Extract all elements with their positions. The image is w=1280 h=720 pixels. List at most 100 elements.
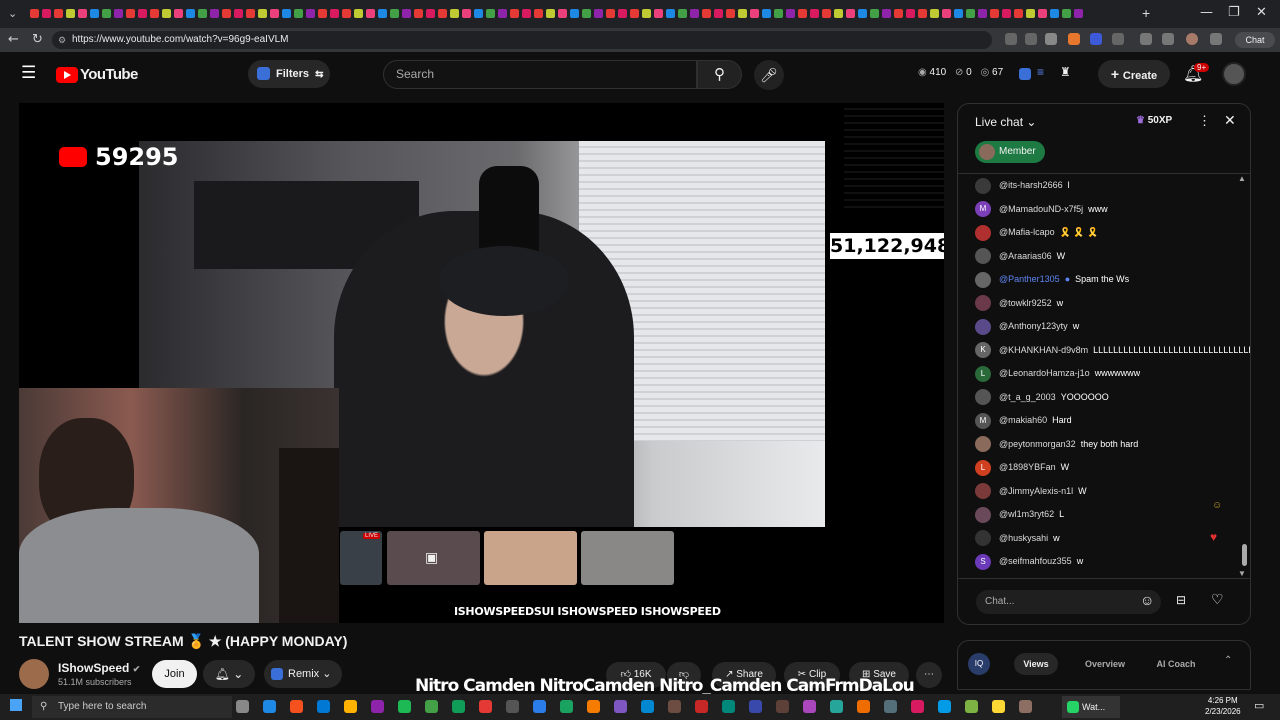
chat-author[interactable]: @its-harsh2666: [999, 180, 1063, 190]
taskbar-app-icon[interactable]: [263, 700, 276, 713]
taskbar-app-icon[interactable]: [344, 700, 357, 713]
pinned-tabs[interactable]: [28, 9, 1138, 19]
tab-favicon-icon[interactable]: [173, 9, 183, 18]
taskbar-app-icon[interactable]: [506, 700, 519, 713]
chat-author[interactable]: @1898YBFan: [999, 462, 1056, 472]
chat-message[interactable]: @wl1m3ryt62 L: [975, 505, 1064, 523]
chat-author[interactable]: @LeonardoHamza-j1o: [999, 368, 1090, 378]
menu-icon[interactable]: [1210, 33, 1222, 45]
chat-author[interactable]: @makiah60: [999, 415, 1047, 425]
chat-message[interactable]: @Anthony123yty w: [975, 317, 1079, 335]
tab-favicon-icon[interactable]: [365, 9, 375, 18]
tab-favicon-icon[interactable]: [893, 9, 903, 18]
tab-favicon-icon[interactable]: [581, 9, 591, 18]
taskbar-app-icon[interactable]: [587, 700, 600, 713]
taskbar-app-icon[interactable]: [668, 700, 681, 713]
tab-favicon-icon[interactable]: [1061, 9, 1071, 18]
tab-favicon-icon[interactable]: [653, 9, 663, 18]
close-icon[interactable]: ✕: [1224, 112, 1236, 129]
chat-message[interactable]: S @seifmahfouz355 w: [975, 552, 1083, 570]
tab-favicon-icon[interactable]: [257, 9, 267, 18]
chat-author[interactable]: @wl1m3ryt62: [999, 509, 1054, 519]
tab-favicon-icon[interactable]: [809, 9, 819, 18]
chat-author[interactable]: @MamadouND-x7f5j: [999, 204, 1083, 214]
extension-icon[interactable]: [1112, 33, 1124, 45]
tab-favicon-icon[interactable]: [953, 9, 963, 18]
chat-avatar[interactable]: [975, 177, 991, 194]
chat-avatar[interactable]: [975, 248, 991, 265]
chat-avatar[interactable]: [975, 436, 991, 453]
chat-avatar[interactable]: [975, 271, 991, 288]
taskbar-app-icon[interactable]: [641, 700, 654, 713]
tab-favicon-icon[interactable]: [269, 9, 279, 18]
tab-favicon-icon[interactable]: [725, 9, 735, 18]
chat-message[interactable]: @peytonmorgan32 they both hard: [975, 435, 1138, 453]
taskbar-app-icon[interactable]: [236, 700, 249, 713]
tab-favicon-icon[interactable]: [221, 9, 231, 18]
chevron-up-icon[interactable]: ⌃: [1224, 655, 1232, 666]
xp-badge[interactable]: ♛ 50XP: [1136, 115, 1172, 126]
tab-favicon-icon[interactable]: [65, 9, 75, 18]
channel-name[interactable]: IShowSpeed ✔: [58, 661, 140, 675]
tab-overview[interactable]: Overview: [1082, 653, 1128, 675]
tab-favicon-icon[interactable]: [245, 9, 255, 18]
tab-favicon-icon[interactable]: [341, 9, 351, 18]
chat-author[interactable]: @JimmyAlexis-n1l: [999, 486, 1073, 496]
tab-favicon-icon[interactable]: [821, 9, 831, 18]
tab-favicon-icon[interactable]: [161, 9, 171, 18]
chat-avatar[interactable]: [975, 530, 991, 547]
chat-avatar[interactable]: [975, 506, 991, 523]
super-chat-icon[interactable]: ⊟: [1176, 593, 1186, 607]
chat-author[interactable]: @huskysahi: [999, 533, 1048, 543]
tab-favicon-icon[interactable]: [545, 9, 555, 18]
tab-favicon-icon[interactable]: [41, 9, 51, 18]
taskbar-app-whatsapp[interactable]: Wat...: [1062, 696, 1120, 718]
tab-favicon-icon[interactable]: [1037, 9, 1047, 18]
taskbar-app-icon[interactable]: [803, 700, 816, 713]
chat-message[interactable]: M @makiah60 Hard: [975, 411, 1072, 429]
tab-favicon-icon[interactable]: [557, 9, 567, 18]
tab-favicon-icon[interactable]: [305, 9, 315, 18]
taskbar-app-icon[interactable]: [479, 700, 492, 713]
tab-favicon-icon[interactable]: [857, 9, 867, 18]
tab-favicon-icon[interactable]: [1013, 9, 1023, 18]
tab-favicon-icon[interactable]: [197, 9, 207, 18]
tab-favicon-icon[interactable]: [449, 9, 459, 18]
tab-favicon-icon[interactable]: [641, 9, 651, 18]
tab-ai-coach[interactable]: AI Coach: [1150, 653, 1202, 675]
search-icon[interactable]: ⚲: [697, 60, 742, 89]
tab-favicon-icon[interactable]: [713, 9, 723, 18]
chat-message[interactable]: @huskysahi w: [975, 529, 1060, 547]
minimize-button[interactable]: —: [1200, 5, 1213, 20]
chat-avatar[interactable]: [975, 318, 991, 335]
chat-author[interactable]: @peytonmorgan32: [999, 439, 1076, 449]
tab-favicon-icon[interactable]: [137, 9, 147, 18]
extension-icon[interactable]: [1005, 33, 1017, 45]
chat-avatar[interactable]: M: [975, 201, 991, 218]
tab-favicon-icon[interactable]: [773, 9, 783, 18]
taskbar-app-icon[interactable]: [857, 700, 870, 713]
trophy-icon[interactable]: ♜: [1060, 65, 1071, 79]
maximize-button[interactable]: ❐: [1228, 5, 1240, 20]
tab-favicon-icon[interactable]: [377, 9, 387, 18]
tab-favicon-icon[interactable]: [1025, 9, 1035, 18]
tab-favicon-icon[interactable]: [701, 9, 711, 18]
tab-favicon-icon[interactable]: [413, 9, 423, 18]
chat-message[interactable]: @JimmyAlexis-n1l W: [975, 482, 1087, 500]
chat-avatar[interactable]: [975, 389, 991, 406]
chat-message[interactable]: @Mafia-lcapo 🎗️ 🎗️ 🎗️: [975, 223, 1098, 241]
tab-favicon-icon[interactable]: [101, 9, 111, 18]
tab-favicon-icon[interactable]: [497, 9, 507, 18]
tab-favicon-icon[interactable]: [629, 9, 639, 18]
taskbar-app-icon[interactable]: [965, 700, 978, 713]
url-field[interactable]: ⚙ https://www.youtube.com/watch?v=96g9-e…: [52, 31, 992, 49]
chat-author[interactable]: @Mafia-lcapo: [999, 227, 1055, 237]
tab-favicon-icon[interactable]: [113, 9, 123, 18]
chat-avatar[interactable]: S: [975, 553, 991, 570]
tab-favicon-icon[interactable]: [917, 9, 927, 18]
tab-favicon-icon[interactable]: [521, 9, 531, 18]
tab-favicon-icon[interactable]: [29, 9, 39, 18]
tab-favicon-icon[interactable]: [473, 9, 483, 18]
chat-message[interactable]: M @MamadouND-x7f5j www: [975, 200, 1108, 218]
tab-favicon-icon[interactable]: [1073, 9, 1083, 18]
